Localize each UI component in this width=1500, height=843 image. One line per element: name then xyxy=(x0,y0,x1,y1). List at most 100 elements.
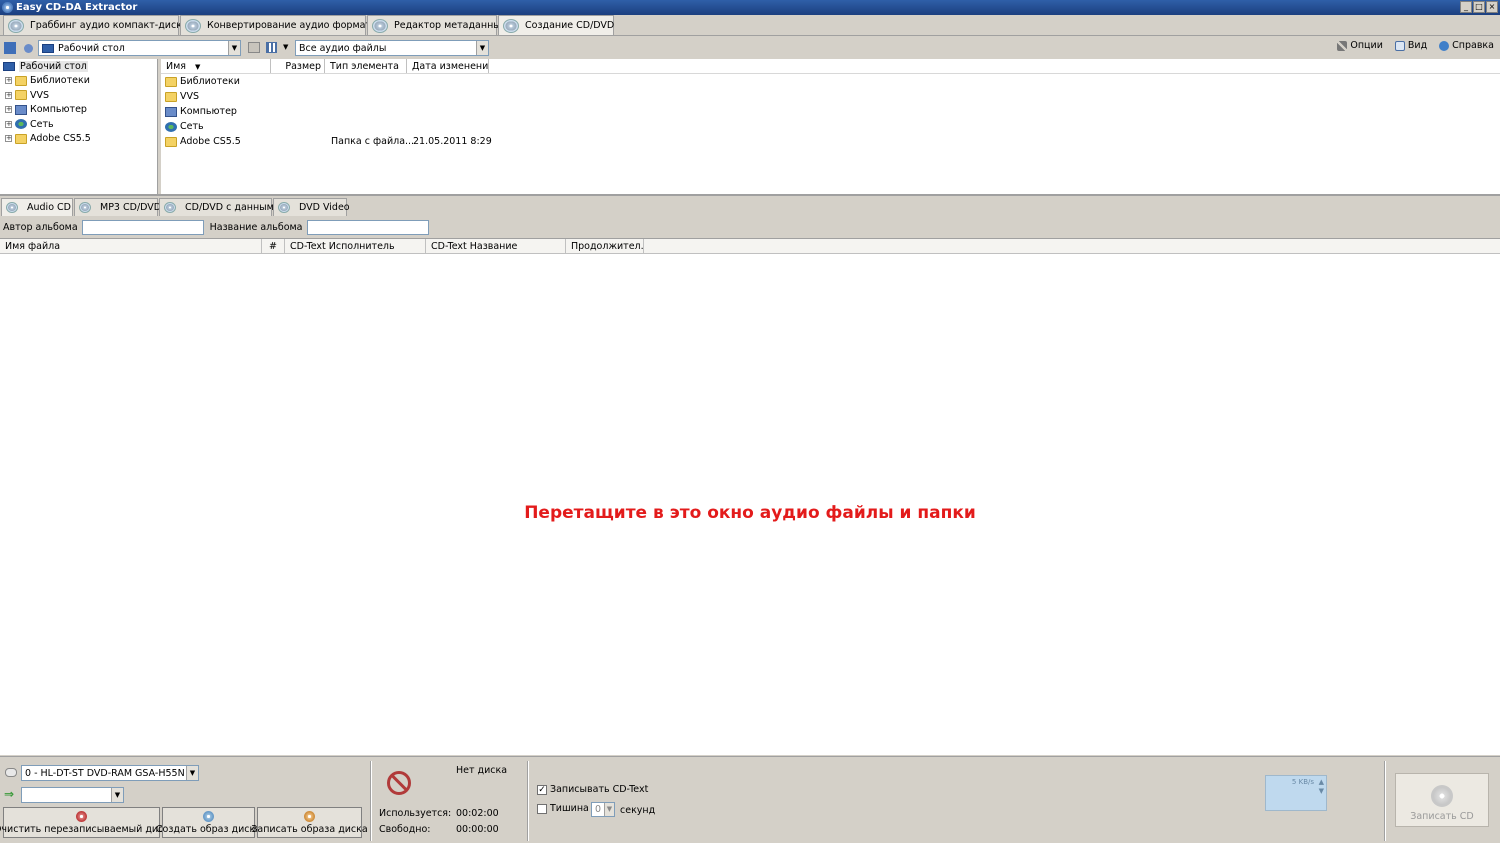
expand-icon[interactable]: + xyxy=(5,120,12,128)
location-combo[interactable]: Рабочий стол ▼ xyxy=(38,40,241,56)
expand-icon[interactable]: + xyxy=(5,91,12,99)
erase-disc-button[interactable]: Очистить перезаписываемый диск xyxy=(0,807,169,838)
column-date[interactable]: Дата изменения xyxy=(407,59,489,73)
seconds-label: секунд xyxy=(620,805,656,816)
music-note-icon[interactable] xyxy=(24,43,33,53)
tab-data-cd[interactable]: CD/DVD с данными xyxy=(159,198,280,216)
chevron-down-icon[interactable]: ▼ xyxy=(476,41,488,55)
view-menu[interactable]: Вид xyxy=(1394,40,1427,51)
expand-icon[interactable]: + xyxy=(5,106,12,114)
write-cdtext-checkbox[interactable]: ✓ xyxy=(537,785,547,795)
column-duration[interactable]: Продолжител... xyxy=(566,239,644,253)
album-artist-input[interactable] xyxy=(81,219,204,235)
view-grid-icon[interactable] xyxy=(266,42,277,53)
list-item[interactable]: Adobe CS5.5 Папка с файла... 21.05.2011 … xyxy=(161,134,1500,149)
expand-icon[interactable]: + xyxy=(5,77,12,85)
list-item[interactable]: Библиотеки xyxy=(161,74,1500,89)
track-list-header: Имя файла # CD-Text Исполнитель CD-Text … xyxy=(0,239,1500,254)
divider xyxy=(1384,761,1386,841)
speed-indicator[interactable]: 5 KB/s ▲ ▼ xyxy=(1265,775,1327,811)
window-title: Easy CD-DA Extractor xyxy=(16,2,138,13)
burn-disc-icon xyxy=(1431,785,1453,807)
sort-down-icon: ▼ xyxy=(195,63,201,71)
column-cdtext-artist[interactable]: CD-Text Исполнитель xyxy=(285,239,426,253)
free-label: Свободно: xyxy=(379,824,431,835)
desktop-icon[interactable] xyxy=(4,42,16,54)
silence-checkbox[interactable] xyxy=(537,804,547,814)
tab-mp3-cd[interactable]: MP3 CD/DVD xyxy=(74,198,161,216)
silence-label: Тишина xyxy=(550,803,589,814)
column-type[interactable]: Тип элемента xyxy=(325,59,407,73)
monitor-icon xyxy=(42,43,54,53)
chevron-down-icon[interactable]: ▼ xyxy=(111,788,123,802)
convert-icon xyxy=(185,18,201,33)
tree-item[interactable]: + VVS xyxy=(0,88,157,103)
tab-dvd-video[interactable]: DVD Video xyxy=(273,198,350,216)
burn-cd-icon xyxy=(503,18,519,33)
column-name[interactable]: Имя ▼ xyxy=(161,59,271,73)
folder-up-icon[interactable] xyxy=(248,42,260,53)
target-combo[interactable]: ▼ xyxy=(21,787,124,803)
drop-hint: Перетащите в это окно аудио файлы и папк… xyxy=(524,503,976,523)
speed-arrows-icon: ▲ ▼ xyxy=(1318,778,1324,795)
close-button[interactable]: × xyxy=(1486,1,1498,13)
free-value: 00:00:00 xyxy=(456,824,499,835)
help-icon xyxy=(1439,40,1450,51)
maximize-button[interactable]: □ xyxy=(1473,1,1485,13)
options-menu[interactable]: Опции xyxy=(1337,40,1383,51)
view-dropdown-icon[interactable]: ▼ xyxy=(283,43,288,51)
burn-cd-button[interactable]: Записать CD xyxy=(1395,773,1489,827)
tree-item[interactable]: + Сеть xyxy=(0,117,157,132)
network-icon xyxy=(15,119,27,130)
tab-audio-cd[interactable]: Audio CD xyxy=(1,198,73,216)
column-filename[interactable]: Имя файла xyxy=(0,239,262,253)
album-title-input[interactable] xyxy=(306,219,429,235)
list-item[interactable]: VVS xyxy=(161,89,1500,104)
list-item[interactable]: Сеть xyxy=(161,119,1500,134)
tree-item[interactable]: + Библиотеки xyxy=(0,74,157,89)
tab-converting[interactable]: Конвертирование аудио форматов xyxy=(180,15,382,35)
track-list[interactable]: Имя файла # CD-Text Исполнитель CD-Text … xyxy=(0,238,1500,755)
cd-type-tabs: Audio CD MP3 CD/DVD CD/DVD с данными DVD… xyxy=(0,198,350,216)
expand-icon[interactable]: + xyxy=(5,135,12,143)
silence-seconds-combo[interactable]: 0 ▼ xyxy=(591,802,615,817)
libraries-icon xyxy=(165,76,177,87)
bottom-panel: 0 - HL-DT-ST DVD-RAM GSA-H55N 1.0: ▼ ⇒ ▼… xyxy=(0,756,1500,843)
cd-icon xyxy=(6,202,18,213)
item-type: Папка с файла... xyxy=(331,136,415,147)
column-size[interactable]: Размер xyxy=(271,59,325,73)
tab-ripping[interactable]: Граббинг аудио компакт-дисков xyxy=(3,15,193,35)
user-folder-icon xyxy=(15,90,27,101)
desktop-icon xyxy=(3,61,15,71)
tab-metadata[interactable]: Редактор метаданных xyxy=(367,15,506,35)
column-cdtext-title[interactable]: CD-Text Название xyxy=(426,239,566,253)
tree-item[interactable]: + Компьютер xyxy=(0,103,157,118)
help-menu[interactable]: Справка xyxy=(1439,40,1494,51)
arrow-right-icon: ⇒ xyxy=(4,787,15,801)
chevron-down-icon[interactable]: ▼ xyxy=(228,41,240,55)
minimize-button[interactable]: _ xyxy=(1460,1,1472,13)
column-track-number[interactable]: # xyxy=(262,239,285,253)
tab-burning[interactable]: Создание CD/DVD xyxy=(498,15,614,35)
title-bar: Easy CD-DA Extractor _ □ × xyxy=(0,0,1500,15)
tree-item-desktop[interactable]: Рабочий стол xyxy=(0,59,157,74)
list-item[interactable]: Компьютер xyxy=(161,104,1500,119)
cd-icon xyxy=(79,202,91,213)
create-image-button[interactable]: Создать образ диска xyxy=(156,807,261,838)
filter-combo[interactable]: Все аудио файлы ▼ xyxy=(295,40,489,56)
used-value: 00:02:00 xyxy=(456,808,499,819)
album-title-label: Название альбома xyxy=(209,221,303,233)
chevron-down-icon[interactable]: ▼ xyxy=(186,766,198,780)
write-image-button[interactable]: Записать образа диска xyxy=(251,807,368,838)
chevron-down-icon[interactable]: ▼ xyxy=(604,803,614,816)
computer-icon xyxy=(15,104,27,115)
user-folder-icon xyxy=(165,91,177,102)
write-cdtext-label: Записывать CD-Text xyxy=(550,784,649,795)
erase-icon xyxy=(76,811,87,822)
pane-splitter[interactable] xyxy=(0,194,1500,196)
window-controls: _ □ × xyxy=(1460,1,1498,13)
album-artist-label: Автор альбома xyxy=(3,221,78,233)
app-icon xyxy=(2,2,13,13)
tree-item[interactable]: + Adobe CS5.5 xyxy=(0,132,157,147)
drive-combo[interactable]: 0 - HL-DT-ST DVD-RAM GSA-H55N 1.0: ▼ xyxy=(21,765,199,781)
